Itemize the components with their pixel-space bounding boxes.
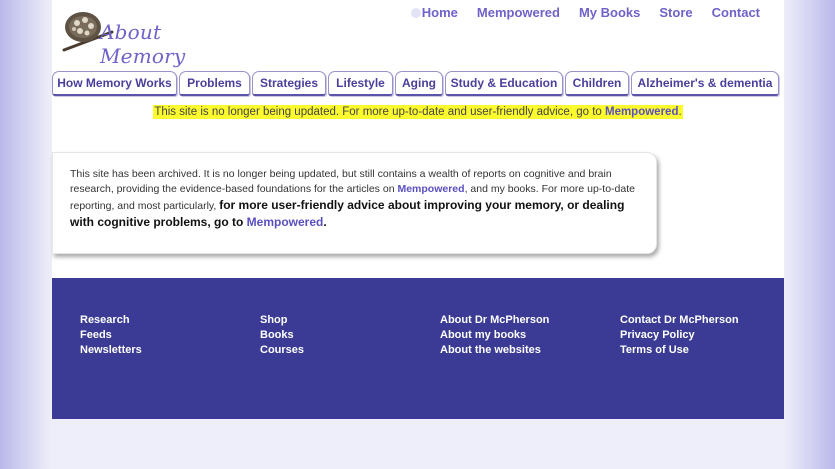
notice-end: .	[678, 106, 682, 118]
card-mempowered-link-1[interactable]: Mempowered	[397, 183, 464, 195]
footer-link-courses[interactable]: Courses	[260, 343, 304, 358]
nav-my-books[interactable]: My Books	[579, 5, 640, 20]
tab-how-memory-works[interactable]: How Memory Works	[52, 71, 177, 96]
site-footer: Research Feeds Newsletters Shop Books Co…	[52, 278, 784, 419]
footer-link-about-websites[interactable]: About the websites	[440, 343, 549, 358]
footer-link-terms-of-use[interactable]: Terms of Use	[620, 343, 739, 358]
logo-text: About Memory	[100, 20, 186, 68]
tab-alzheimers-dementia[interactable]: Alzheimer's & dementia	[631, 71, 779, 96]
tab-children[interactable]: Children	[565, 71, 629, 96]
footer-link-about-my-books[interactable]: About my books	[440, 328, 549, 343]
footer-link-privacy-policy[interactable]: Privacy Policy	[620, 328, 739, 343]
footer-column-1: Research Feeds Newsletters	[80, 313, 142, 358]
tab-lifestyle[interactable]: Lifestyle	[328, 71, 393, 96]
tab-strategies[interactable]: Strategies	[252, 71, 326, 96]
topic-tabs: How Memory Works Problems Strategies Lif…	[52, 71, 782, 96]
footer-link-research[interactable]: Research	[80, 313, 142, 328]
tab-problems[interactable]: Problems	[179, 71, 250, 96]
footer-link-shop[interactable]: Shop	[260, 313, 304, 328]
nav-home[interactable]: Home	[422, 5, 458, 20]
tab-aging[interactable]: Aging	[395, 71, 443, 96]
page-container: About Memory Home Mempowered My Books St…	[52, 0, 784, 419]
footer-column-3: About Dr McPherson About my books About …	[440, 313, 549, 358]
home-dot-icon	[410, 7, 421, 18]
archive-notice: This site is no longer being updated. Fo…	[52, 105, 784, 119]
footer-column-2: Shop Books Courses	[260, 313, 304, 358]
nav-store[interactable]: Store	[659, 5, 692, 20]
footer-link-newsletters[interactable]: Newsletters	[80, 343, 142, 358]
footer-link-books[interactable]: Books	[260, 328, 304, 343]
archive-card: This site has been archived. It is no lo…	[52, 152, 657, 254]
footer-link-feeds[interactable]: Feeds	[80, 328, 142, 343]
nav-contact[interactable]: Contact	[712, 5, 760, 20]
notice-mempowered-link[interactable]: Mempowered	[605, 106, 679, 118]
site-logo-link[interactable]: About Memory	[58, 6, 228, 68]
card-end: .	[323, 215, 327, 229]
home-nav-wrap: Home	[410, 5, 458, 20]
tab-study-education[interactable]: Study & Education	[445, 71, 563, 96]
footer-link-about-dr-mcpherson[interactable]: About Dr McPherson	[440, 313, 549, 328]
nav-mempowered[interactable]: Mempowered	[477, 5, 560, 20]
footer-link-contact-dr-mcpherson[interactable]: Contact Dr McPherson	[620, 313, 739, 328]
card-mempowered-link-2[interactable]: Mempowered	[247, 215, 324, 229]
notice-highlight: This site is no longer being updated. Fo…	[153, 105, 683, 119]
notice-text: This site is no longer being updated. Fo…	[154, 106, 605, 118]
top-navigation: Home Mempowered My Books Store Contact	[410, 5, 760, 20]
footer-column-4: Contact Dr McPherson Privacy Policy Term…	[620, 313, 739, 358]
